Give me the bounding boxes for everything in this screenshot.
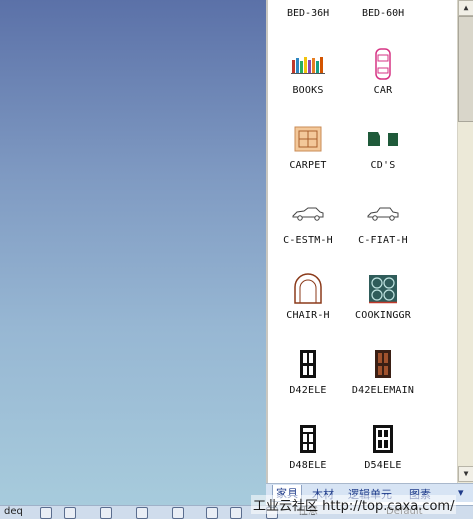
palette-item-d54ele[interactable]: D54ELE <box>346 421 420 471</box>
palette-item-carpet[interactable]: CARPET <box>271 121 345 171</box>
scroll-up-button[interactable]: ▲ <box>458 0 473 16</box>
palette-item-cookinggr[interactable]: COOKINGGR <box>346 271 420 321</box>
palette-item-car[interactable]: CAR <box>346 46 420 96</box>
scroll-down-button[interactable]: ▼ <box>458 466 473 482</box>
palette-item-c-estm-h[interactable]: C-ESTM-H <box>271 196 345 246</box>
books-icon <box>290 46 326 82</box>
car-topview-icon <box>365 46 401 82</box>
carpet-icon <box>290 121 326 157</box>
car-side-icon <box>365 196 401 232</box>
door-icon <box>290 421 326 457</box>
cd-icon <box>365 121 401 157</box>
car-side-icon <box>290 196 326 232</box>
tab-scroll-icon[interactable]: ▾ <box>458 486 464 499</box>
door-icon <box>365 346 401 382</box>
block-palette-panel: BED-36H BED-60H BOOKS CAR CARPET CD'S C-… <box>266 0 459 483</box>
watermark-text: 工业云社区 http://top.caxa.com/ <box>251 495 457 514</box>
drawing-canvas[interactable] <box>0 0 266 505</box>
palette-item-label[interactable]: BED-60H <box>362 8 404 19</box>
palette-item-d42elemain[interactable]: D42ELEMAIN <box>346 346 420 396</box>
door-icon <box>365 421 401 457</box>
palette-item-cds[interactable]: CD'S <box>346 121 420 171</box>
palette-scrollbar[interactable]: ▲ ▼ <box>457 0 473 483</box>
palette-item-d48ele[interactable]: D48ELE <box>271 421 345 471</box>
scroll-thumb[interactable] <box>458 16 473 122</box>
layer-field[interactable]: deq <box>4 506 23 518</box>
cooking-grill-icon <box>365 271 401 307</box>
palette-item-c-fiat-h[interactable]: C-FIAT-H <box>346 196 420 246</box>
chair-icon <box>290 271 326 307</box>
palette-item-d42ele[interactable]: D42ELE <box>271 346 345 396</box>
cube-icon[interactable] <box>100 507 112 519</box>
palette-item-label[interactable]: BED-36H <box>287 8 329 19</box>
pin-icon[interactable] <box>172 507 184 519</box>
magnet-icon[interactable] <box>64 507 76 519</box>
door-icon <box>290 346 326 382</box>
ruler-icon[interactable] <box>206 507 218 519</box>
palette-item-chair-h[interactable]: CHAIR-H <box>271 271 345 321</box>
frame-icon[interactable] <box>230 507 242 519</box>
layer-icon[interactable] <box>136 507 148 519</box>
palette-item-books[interactable]: BOOKS <box>271 46 345 96</box>
magnet-icon[interactable] <box>40 507 52 519</box>
